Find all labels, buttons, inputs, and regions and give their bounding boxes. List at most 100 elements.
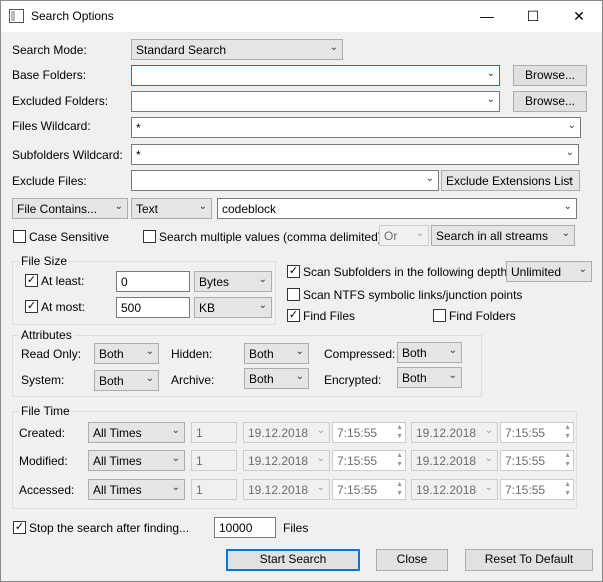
date-to-value: 19.12.2018 <box>416 483 477 497</box>
close-button[interactable]: Close <box>376 549 448 571</box>
chevron-down-icon: ⌄ <box>329 42 338 53</box>
at-least-input[interactable]: 0 <box>116 271 190 292</box>
time-mode-value: All Times <box>93 454 142 468</box>
spin-updown-icon[interactable]: ▲ ▼ <box>564 451 571 469</box>
time-count-input[interactable]: 1 <box>191 450 237 471</box>
chevron-down-icon: ⌄ <box>295 371 304 382</box>
at-most-input[interactable]: 500 <box>116 297 190 318</box>
time-to-spinner[interactable]: 7:15:55 ▲ ▼ <box>500 450 574 471</box>
content-type-select[interactable]: Text ⌄ <box>131 198 212 219</box>
time-from-spinner[interactable]: 7:15:55 ▲ ▼ <box>332 479 406 500</box>
reset-to-default-button[interactable]: Reset To Default <box>465 549 593 571</box>
at-least-unit-select[interactable]: Bytes ⌄ <box>194 271 272 292</box>
chevron-down-icon: ⌄ <box>171 425 180 436</box>
find-folders-checkbox[interactable] <box>433 309 446 322</box>
scan-ntfs-checkbox[interactable] <box>287 288 300 301</box>
read-only-value: Both <box>99 347 124 361</box>
spin-updown-icon[interactable]: ▲ ▼ <box>564 480 571 498</box>
time-row-label: Created: <box>19 426 66 440</box>
time-row-label: Modified: <box>19 454 68 468</box>
date-to-picker[interactable]: 19.12.2018 ⌄ <box>411 450 498 471</box>
stop-after-input[interactable]: 10000 <box>214 517 276 538</box>
time-to-value: 7:15:55 <box>505 483 546 497</box>
date-to-picker[interactable]: 19.12.2018 ⌄ <box>411 479 498 500</box>
time-count-input[interactable]: 1 <box>191 422 237 443</box>
time-mode-select[interactable]: All Times ⌄ <box>88 479 185 500</box>
content-search-input[interactable]: codeblock ⌄ <box>217 198 577 219</box>
exclude-extensions-select[interactable]: Exclude Extensions List ⌄ <box>441 170 580 191</box>
time-from-spinner[interactable]: 7:15:55 ▲ ▼ <box>332 450 406 471</box>
archive-select[interactable]: Both ⌄ <box>244 368 309 389</box>
depth-select[interactable]: Unlimited ⌄ <box>506 261 592 282</box>
date-to-value: 19.12.2018 <box>416 454 477 468</box>
at-most-checkbox[interactable]: ✓ <box>25 300 38 313</box>
time-mode-select[interactable]: All Times ⌄ <box>88 450 185 471</box>
chevron-down-icon: ⌄ <box>486 94 495 105</box>
minimize-button[interactable]: — <box>464 1 510 32</box>
base-folders-label: Base Folders: <box>12 68 87 82</box>
case-sensitive-checkbox[interactable] <box>13 230 26 243</box>
search-mode-select[interactable]: Standard Search ⌄ <box>131 39 343 60</box>
streams-select[interactable]: Search in all streams ⌄ <box>431 225 575 246</box>
stop-after-checkbox[interactable]: ✓ <box>13 521 26 534</box>
hidden-select[interactable]: Both ⌄ <box>244 343 309 364</box>
time-from-spinner[interactable]: 7:15:55 ▲ ▼ <box>332 422 406 443</box>
maximize-button[interactable]: ☐ <box>510 1 556 32</box>
compressed-label: Compressed: <box>324 347 396 361</box>
chevron-down-icon: ⌄ <box>448 370 457 381</box>
chevron-down-icon: ⌄ <box>415 228 424 239</box>
time-count-input[interactable]: 1 <box>191 479 237 500</box>
at-most-unit-select[interactable]: KB ⌄ <box>194 297 272 318</box>
multiple-values-checkbox[interactable] <box>143 230 156 243</box>
spin-updown-icon[interactable]: ▲ ▼ <box>396 480 403 498</box>
date-to-picker[interactable]: 19.12.2018 ⌄ <box>411 422 498 443</box>
search-options-dialog: Search Options — ☐ ✕ Search Mode: Standa… <box>0 0 603 582</box>
archive-value: Both <box>249 372 274 386</box>
encrypted-select[interactable]: Both ⌄ <box>397 367 462 388</box>
scan-subfolders-checkbox[interactable]: ✓ <box>287 265 300 278</box>
or-select[interactable]: Or ⌄ <box>379 225 429 246</box>
compressed-value: Both <box>402 346 427 360</box>
files-wildcard-input[interactable]: * ⌄ <box>131 117 581 138</box>
subfolders-wildcard-input[interactable]: * ⌄ <box>131 144 579 165</box>
file-size-title: File Size <box>19 254 70 268</box>
time-to-spinner[interactable]: 7:15:55 ▲ ▼ <box>500 479 574 500</box>
date-from-picker[interactable]: 19.12.2018 ⌄ <box>243 422 330 443</box>
excluded-folders-label: Excluded Folders: <box>12 94 109 108</box>
time-to-value: 7:15:55 <box>505 426 546 440</box>
base-folders-input[interactable]: ⌄ <box>131 65 500 86</box>
multiple-values-label: Search multiple values (comma delimited) <box>159 230 382 244</box>
time-mode-select[interactable]: All Times ⌄ <box>88 422 185 443</box>
system-select[interactable]: Both ⌄ <box>94 370 159 391</box>
window-title: Search Options <box>31 9 114 23</box>
at-least-checkbox[interactable]: ✓ <box>25 274 38 287</box>
spin-updown-icon[interactable]: ▲ ▼ <box>396 423 403 441</box>
chevron-down-icon: ⌄ <box>425 173 434 184</box>
encrypted-value: Both <box>402 371 427 385</box>
encrypted-label: Encrypted: <box>324 373 382 387</box>
system-value: Both <box>99 374 124 388</box>
date-from-picker[interactable]: 19.12.2018 ⌄ <box>243 479 330 500</box>
content-mode-select[interactable]: File Contains... ⌄ <box>12 198 128 219</box>
exclude-files-input[interactable]: ⌄ <box>131 170 439 191</box>
find-files-checkbox[interactable]: ✓ <box>287 309 300 322</box>
spin-updown-icon[interactable]: ▲ ▼ <box>396 451 403 469</box>
time-to-spinner[interactable]: 7:15:55 ▲ ▼ <box>500 422 574 443</box>
exclude-extensions-value: Exclude Extensions List <box>446 174 573 188</box>
chevron-down-icon: ⌄ <box>484 425 493 436</box>
date-from-picker[interactable]: 19.12.2018 ⌄ <box>243 450 330 471</box>
excluded-folders-input[interactable]: ⌄ <box>131 91 500 112</box>
close-window-button[interactable]: ✕ <box>556 1 602 32</box>
chevron-down-icon: ⌄ <box>565 147 574 158</box>
spin-updown-icon[interactable]: ▲ ▼ <box>564 423 571 441</box>
compressed-select[interactable]: Both ⌄ <box>397 342 462 363</box>
start-search-button[interactable]: Start Search <box>226 549 360 571</box>
chevron-down-icon: ⌄ <box>316 482 325 493</box>
excluded-folders-browse-button[interactable]: Browse... <box>513 91 587 112</box>
chevron-down-icon: ⌄ <box>198 201 207 212</box>
app-icon <box>9 9 24 23</box>
time-to-value: 7:15:55 <box>505 454 546 468</box>
base-folders-browse-button[interactable]: Browse... <box>513 65 587 86</box>
read-only-select[interactable]: Both ⌄ <box>94 343 159 364</box>
time-mode-value: All Times <box>93 483 142 497</box>
